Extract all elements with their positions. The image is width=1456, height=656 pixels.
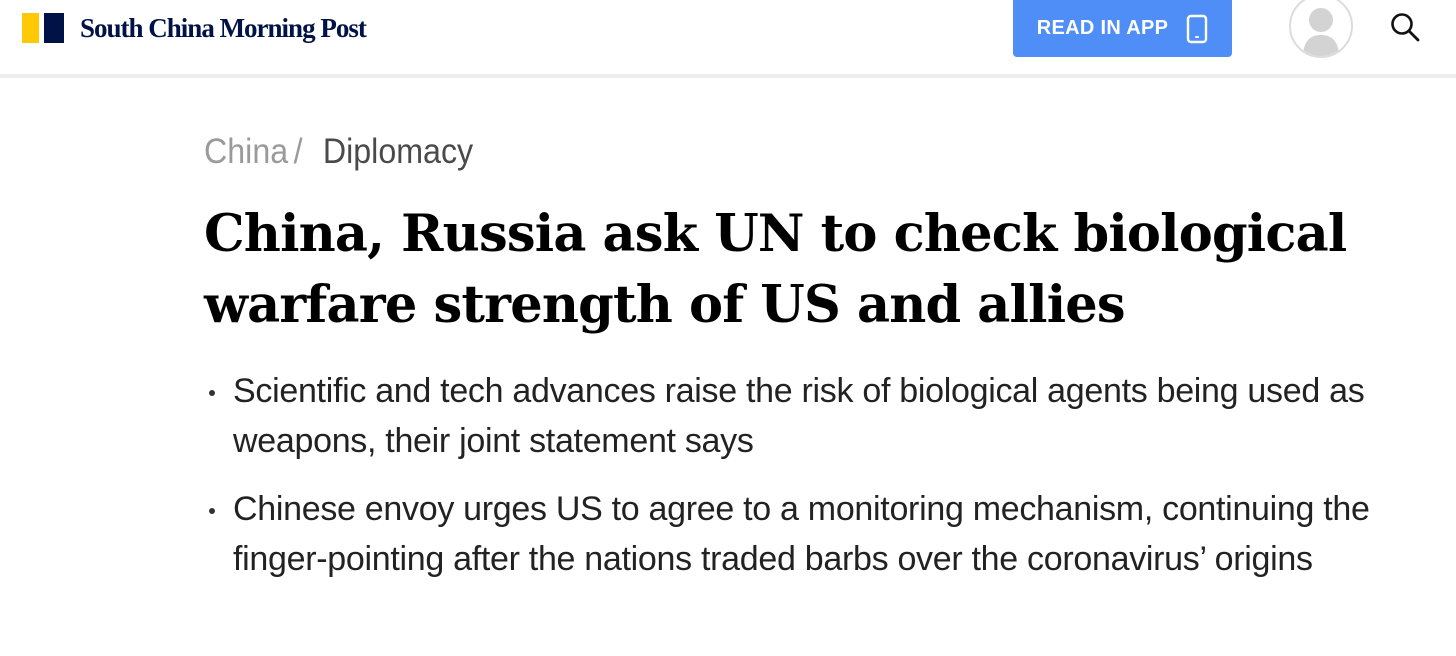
summary-text: Chinese envoy urges US to agree to a mon… [233, 490, 1370, 578]
summary-text: Scientific and tech advances raise the r… [233, 372, 1365, 460]
breadcrumb: China / Diplomacy [204, 128, 473, 176]
article-summary-list: Scientific and tech advances raise the r… [204, 366, 1384, 584]
scmp-logo[interactable]: South China Morning Post [22, 12, 367, 44]
search-icon [1391, 13, 1420, 42]
search-button[interactable] [1388, 10, 1422, 44]
logo-wordmark: South China Morning Post [80, 12, 367, 43]
breadcrumb-link-china[interactable]: China [204, 132, 288, 171]
breadcrumb-separator: / [293, 132, 303, 171]
read-in-app-label: READ IN APP [1036, 17, 1169, 39]
article-headline: China, Russia ask UN to check biological… [204, 204, 1347, 335]
user-avatar-button[interactable] [1289, 0, 1353, 58]
top-navigation-bar: South China Morning Post READ IN APP [0, 0, 1456, 78]
breadcrumb-link-diplomacy[interactable]: Diplomacy [323, 132, 473, 171]
avatar-icon [1303, 8, 1339, 56]
read-in-app-button[interactable]: READ IN APP [1013, 0, 1232, 57]
summary-item: Chinese envoy urges US to agree to a mon… [204, 484, 1384, 584]
bullet-icon [209, 390, 215, 396]
bullet-icon [209, 508, 215, 514]
summary-item: Scientific and tech advances raise the r… [204, 366, 1384, 466]
logo-mark-icon [22, 13, 64, 43]
logo-navy-block [44, 13, 64, 43]
phone-icon [1187, 14, 1208, 43]
logo-yellow-block [22, 13, 39, 43]
